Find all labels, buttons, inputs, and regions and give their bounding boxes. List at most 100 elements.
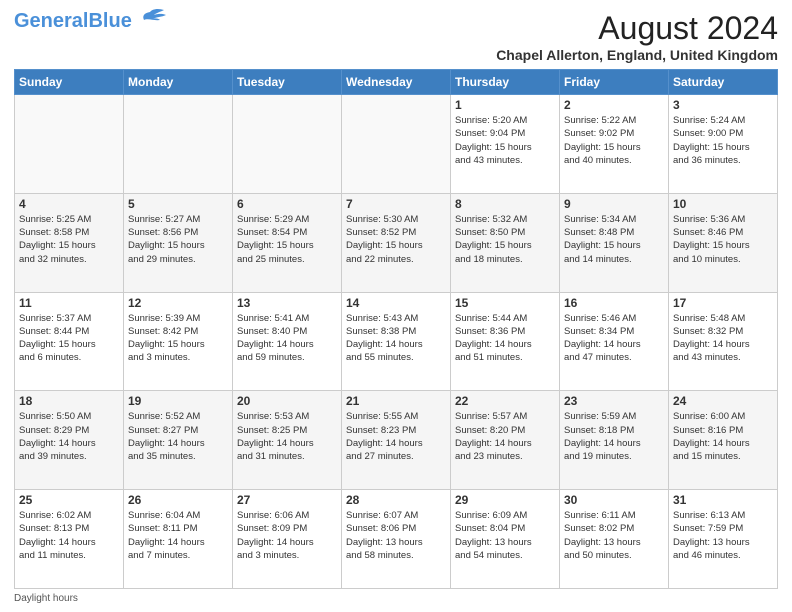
day-info: Sunrise: 5:24 AM Sunset: 9:00 PM Dayligh… xyxy=(673,114,773,167)
day-number: 21 xyxy=(346,394,446,408)
day-info: Sunrise: 5:20 AM Sunset: 9:04 PM Dayligh… xyxy=(455,114,555,167)
logo-blue: Blue xyxy=(88,10,131,32)
day-info: Sunrise: 5:36 AM Sunset: 8:46 PM Dayligh… xyxy=(673,213,773,266)
day-number: 20 xyxy=(237,394,337,408)
day-number: 5 xyxy=(128,197,228,211)
calendar-cell: 20Sunrise: 5:53 AM Sunset: 8:25 PM Dayli… xyxy=(233,391,342,490)
day-info: Sunrise: 5:46 AM Sunset: 8:34 PM Dayligh… xyxy=(564,312,664,365)
calendar-cell: 14 Sunrise: 5:43 AM Sunset: 8:38 PM Dayli… xyxy=(342,292,451,391)
day-info: Sunrise: 5:50 AM Sunset: 8:29 PM Dayligh… xyxy=(19,410,119,463)
calendar-cell: 3 Sunrise: 5:24 AM Sunset: 9:00 PM Daylig… xyxy=(669,95,778,194)
day-info: Sunrise: 5:29 AM Sunset: 8:54 PM Dayligh… xyxy=(237,213,337,266)
day-number: 9 xyxy=(564,197,664,211)
calendar-cell: 8 Sunrise: 5:32 AM Sunset: 8:50 PM Daylig… xyxy=(451,193,560,292)
calendar-cell: 2Sunrise: 5:22 AM Sunset: 9:02 PM Daylig… xyxy=(560,95,669,194)
day-number: 4 xyxy=(19,197,119,211)
calendar-cell: 24 Sunrise: 6:00 AM Sunset: 8:16 PM Dayli… xyxy=(669,391,778,490)
calendar-cell: 4 Sunrise: 5:25 AM Sunset: 8:58 PM Daylig… xyxy=(15,193,124,292)
page: GeneralBlue August 2024 Chapel Allerton,… xyxy=(0,0,792,612)
day-info: Sunrise: 6:07 AM Sunset: 8:06 PM Dayligh… xyxy=(346,509,446,562)
day-number: 19 xyxy=(128,394,228,408)
calendar-week-row: 4 Sunrise: 5:25 AM Sunset: 8:58 PM Daylig… xyxy=(15,193,778,292)
day-info: Sunrise: 5:48 AM Sunset: 8:32 PM Dayligh… xyxy=(673,312,773,365)
calendar-table: SundayMondayTuesdayWednesdayThursdayFrid… xyxy=(14,69,778,589)
calendar-cell: 17 Sunrise: 5:48 AM Sunset: 8:32 PM Dayli… xyxy=(669,292,778,391)
day-info: Sunrise: 5:25 AM Sunset: 8:58 PM Dayligh… xyxy=(19,213,119,266)
logo-bird-icon xyxy=(134,8,166,30)
day-number: 27 xyxy=(237,493,337,507)
day-number: 2 xyxy=(564,98,664,112)
calendar-cell: 6 Sunrise: 5:29 AM Sunset: 8:54 PM Daylig… xyxy=(233,193,342,292)
calendar-header-monday: Monday xyxy=(124,70,233,95)
day-number: 31 xyxy=(673,493,773,507)
day-number: 18 xyxy=(19,394,119,408)
calendar-week-row: 11 Sunrise: 5:37 AM Sunset: 8:44 PM Dayli… xyxy=(15,292,778,391)
day-number: 13 xyxy=(237,296,337,310)
calendar-cell: 23 Sunrise: 5:59 AM Sunset: 8:18 PM Dayli… xyxy=(560,391,669,490)
day-number: 28 xyxy=(346,493,446,507)
calendar-cell: 1 Sunrise: 5:20 AM Sunset: 9:04 PM Daylig… xyxy=(451,95,560,194)
calendar-header-saturday: Saturday xyxy=(669,70,778,95)
day-info: Sunrise: 5:59 AM Sunset: 8:18 PM Dayligh… xyxy=(564,410,664,463)
calendar-cell: 15Sunrise: 5:44 AM Sunset: 8:36 PM Dayli… xyxy=(451,292,560,391)
day-number: 17 xyxy=(673,296,773,310)
calendar-cell: 29 Sunrise: 6:09 AM Sunset: 8:04 PM Dayli… xyxy=(451,490,560,589)
day-info: Sunrise: 6:02 AM Sunset: 8:13 PM Dayligh… xyxy=(19,509,119,562)
calendar-header-friday: Friday xyxy=(560,70,669,95)
day-number: 8 xyxy=(455,197,555,211)
day-info: Sunrise: 6:09 AM Sunset: 8:04 PM Dayligh… xyxy=(455,509,555,562)
day-number: 11 xyxy=(19,296,119,310)
month-title: August 2024 xyxy=(496,10,778,47)
day-number: 16 xyxy=(564,296,664,310)
day-number: 7 xyxy=(346,197,446,211)
calendar-cell: 31 Sunrise: 6:13 AM Sunset: 7:59 PM Dayli… xyxy=(669,490,778,589)
day-number: 1 xyxy=(455,98,555,112)
calendar-week-row: 18 Sunrise: 5:50 AM Sunset: 8:29 PM Dayli… xyxy=(15,391,778,490)
day-info: Sunrise: 5:37 AM Sunset: 8:44 PM Dayligh… xyxy=(19,312,119,365)
calendar-week-row: 1 Sunrise: 5:20 AM Sunset: 9:04 PM Daylig… xyxy=(15,95,778,194)
day-info: Sunrise: 5:44 AM Sunset: 8:36 PM Dayligh… xyxy=(455,312,555,365)
day-info: Sunrise: 6:13 AM Sunset: 7:59 PM Dayligh… xyxy=(673,509,773,562)
day-info: Sunrise: 5:57 AM Sunset: 8:20 PM Dayligh… xyxy=(455,410,555,463)
day-number: 14 xyxy=(346,296,446,310)
day-number: 29 xyxy=(455,493,555,507)
calendar-cell xyxy=(233,95,342,194)
day-number: 23 xyxy=(564,394,664,408)
calendar-cell: 13 Sunrise: 5:41 AM Sunset: 8:40 PM Dayli… xyxy=(233,292,342,391)
day-number: 10 xyxy=(673,197,773,211)
day-number: 30 xyxy=(564,493,664,507)
calendar-header-sunday: Sunday xyxy=(15,70,124,95)
day-number: 22 xyxy=(455,394,555,408)
calendar-cell: 22 Sunrise: 5:57 AM Sunset: 8:20 PM Dayli… xyxy=(451,391,560,490)
day-info: Sunrise: 5:43 AM Sunset: 8:38 PM Dayligh… xyxy=(346,312,446,365)
calendar-cell: 7 Sunrise: 5:30 AM Sunset: 8:52 PM Daylig… xyxy=(342,193,451,292)
title-block: August 2024 Chapel Allerton, England, Un… xyxy=(496,10,778,63)
day-info: Sunrise: 5:41 AM Sunset: 8:40 PM Dayligh… xyxy=(237,312,337,365)
calendar-cell: 9Sunrise: 5:34 AM Sunset: 8:48 PM Daylig… xyxy=(560,193,669,292)
logo-text: GeneralBlue xyxy=(14,10,132,32)
location-title: Chapel Allerton, England, United Kingdom xyxy=(496,47,778,63)
calendar-cell: 30 Sunrise: 6:11 AM Sunset: 8:02 PM Dayli… xyxy=(560,490,669,589)
day-info: Sunrise: 6:11 AM Sunset: 8:02 PM Dayligh… xyxy=(564,509,664,562)
day-info: Sunrise: 5:32 AM Sunset: 8:50 PM Dayligh… xyxy=(455,213,555,266)
logo: GeneralBlue xyxy=(14,10,166,32)
calendar-cell xyxy=(124,95,233,194)
day-info: Sunrise: 5:27 AM Sunset: 8:56 PM Dayligh… xyxy=(128,213,228,266)
footer-note: Daylight hours xyxy=(14,593,778,604)
calendar-header-tuesday: Tuesday xyxy=(233,70,342,95)
logo-general: General xyxy=(14,10,88,32)
calendar-cell: 18 Sunrise: 5:50 AM Sunset: 8:29 PM Dayli… xyxy=(15,391,124,490)
calendar-cell: 16 Sunrise: 5:46 AM Sunset: 8:34 PM Dayli… xyxy=(560,292,669,391)
day-number: 3 xyxy=(673,98,773,112)
day-info: Sunrise: 6:00 AM Sunset: 8:16 PM Dayligh… xyxy=(673,410,773,463)
calendar-cell xyxy=(15,95,124,194)
day-info: Sunrise: 6:04 AM Sunset: 8:11 PM Dayligh… xyxy=(128,509,228,562)
calendar-cell: 19 Sunrise: 5:52 AM Sunset: 8:27 PM Dayli… xyxy=(124,391,233,490)
day-number: 24 xyxy=(673,394,773,408)
calendar-cell: 12Sunrise: 5:39 AM Sunset: 8:42 PM Dayli… xyxy=(124,292,233,391)
day-info: Sunrise: 5:30 AM Sunset: 8:52 PM Dayligh… xyxy=(346,213,446,266)
calendar-header-wednesday: Wednesday xyxy=(342,70,451,95)
day-number: 6 xyxy=(237,197,337,211)
daylight-label: Daylight hours xyxy=(14,593,78,604)
day-info: Sunrise: 5:52 AM Sunset: 8:27 PM Dayligh… xyxy=(128,410,228,463)
